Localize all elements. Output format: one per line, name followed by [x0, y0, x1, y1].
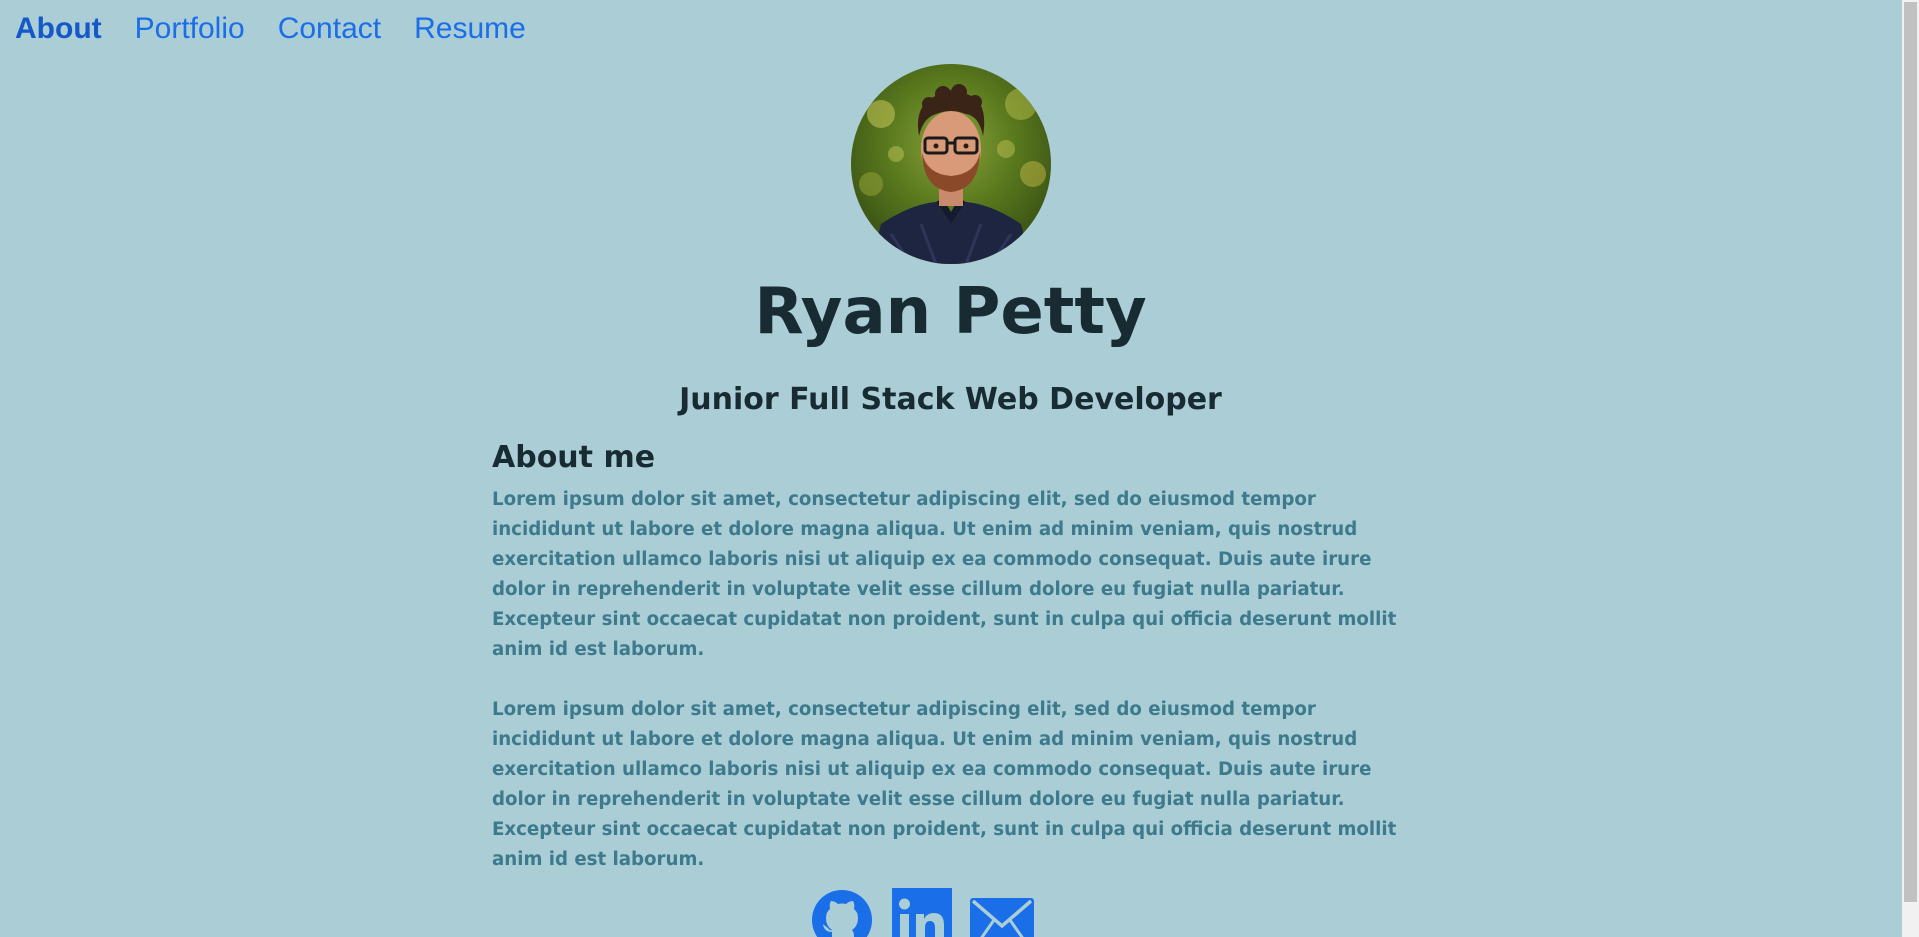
linkedin-link[interactable]: [892, 888, 952, 937]
about-section: About me Lorem ipsum dolor sit amet, con…: [492, 440, 1407, 905]
profile-name: Ryan Petty: [754, 275, 1147, 349]
email-icon: [970, 898, 1034, 937]
social-links: [810, 888, 1034, 937]
linkedin-icon: [892, 888, 952, 937]
vertical-scrollbar[interactable]: [1902, 0, 1919, 937]
top-nav: About Portfolio Contact Resume: [15, 12, 526, 46]
github-link[interactable]: [810, 888, 874, 937]
portrait-image: [851, 64, 1051, 264]
github-icon: [812, 890, 872, 937]
nav-link-contact[interactable]: Contact: [278, 12, 381, 46]
nav-link-resume[interactable]: Resume: [414, 12, 526, 46]
email-link[interactable]: [970, 888, 1034, 937]
about-heading: About me: [492, 440, 656, 475]
nav-link-about[interactable]: About: [15, 12, 102, 46]
profile-title: Junior Full Stack Web Developer: [679, 382, 1222, 417]
profile-photo: [851, 64, 1051, 264]
about-paragraph: Lorem ipsum dolor sit amet, consectetur …: [492, 489, 1397, 660]
scrollbar-thumb[interactable]: [1904, 2, 1917, 902]
nav-link-portfolio[interactable]: Portfolio: [135, 12, 245, 46]
about-paragraph: Lorem ipsum dolor sit amet, consectetur …: [492, 699, 1397, 870]
